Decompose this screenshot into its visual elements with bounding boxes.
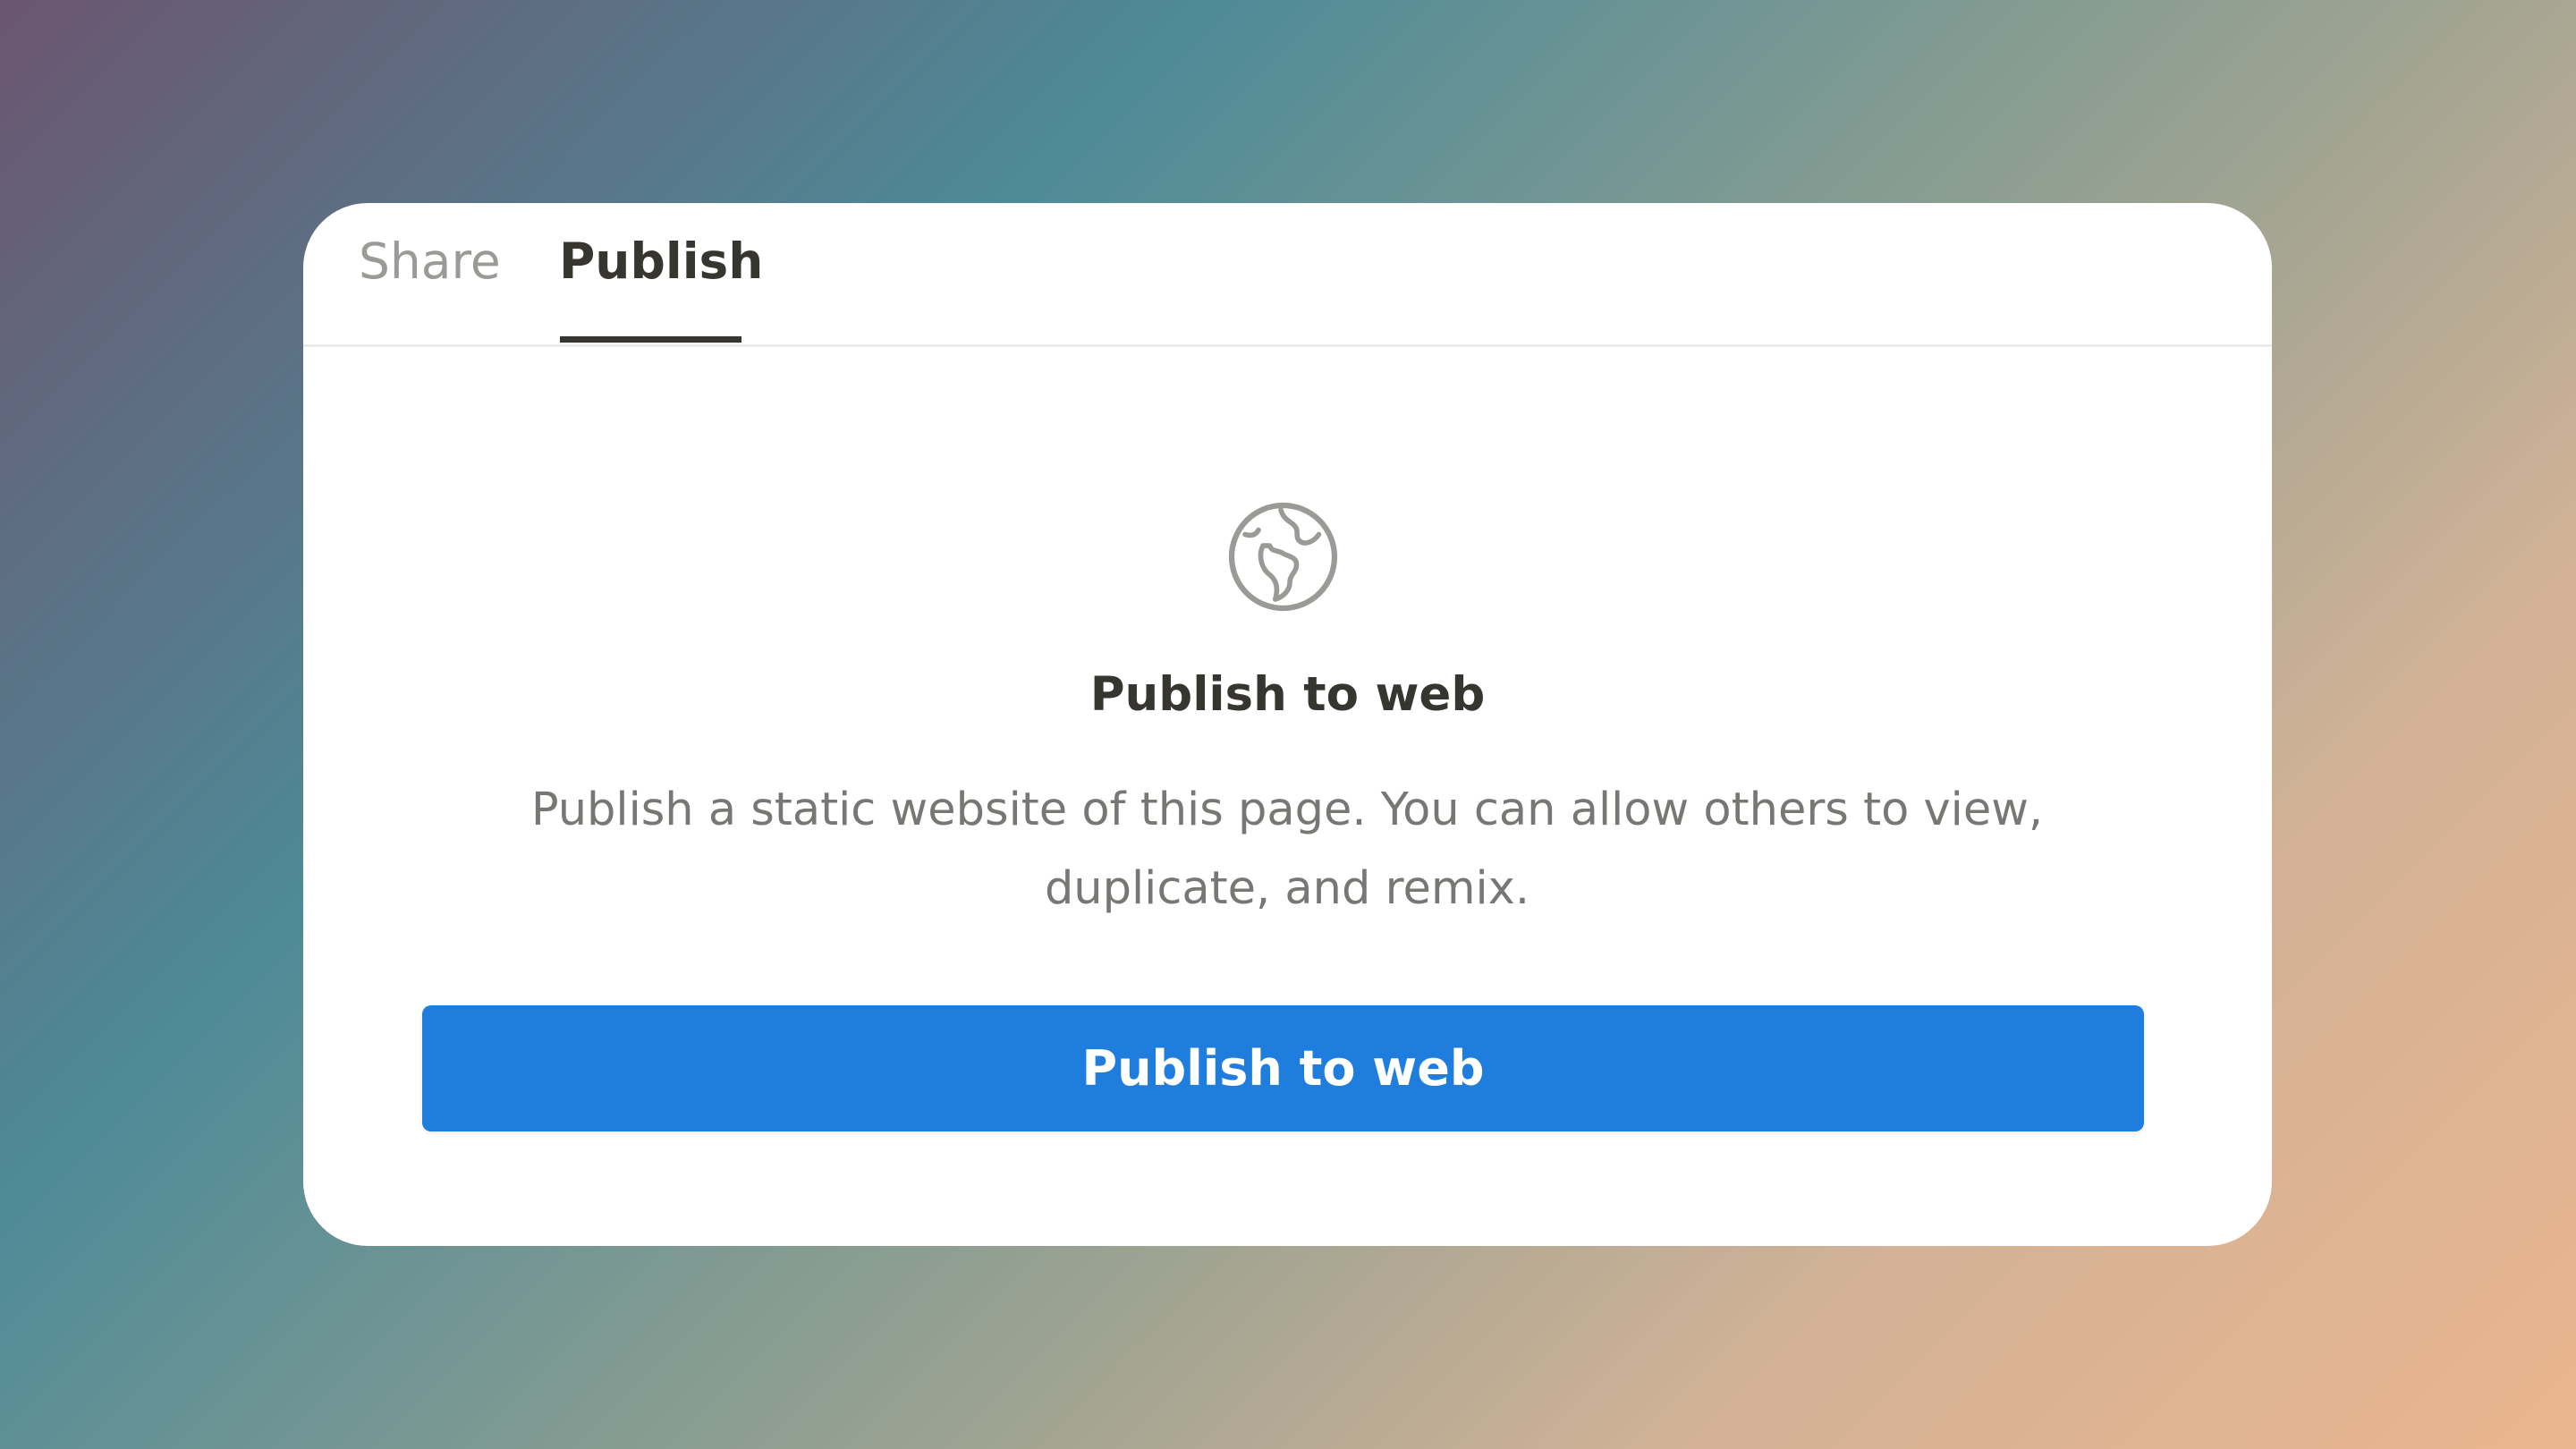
active-tab-indicator [560,336,741,343]
share-publish-popover: Share Publish Publish to web Publish a s… [303,203,2272,1246]
globe-icon [1228,502,1338,612]
tab-bar: Share Publish [303,203,2272,347]
publish-to-web-button[interactable]: Publish to web [422,1005,2144,1131]
tab-share[interactable]: Share [359,230,501,344]
publish-title: Publish to web [1089,667,1486,722]
publish-description: Publish a static website of this page. Y… [530,784,2044,915]
tab-publish[interactable]: Publish [559,230,763,344]
